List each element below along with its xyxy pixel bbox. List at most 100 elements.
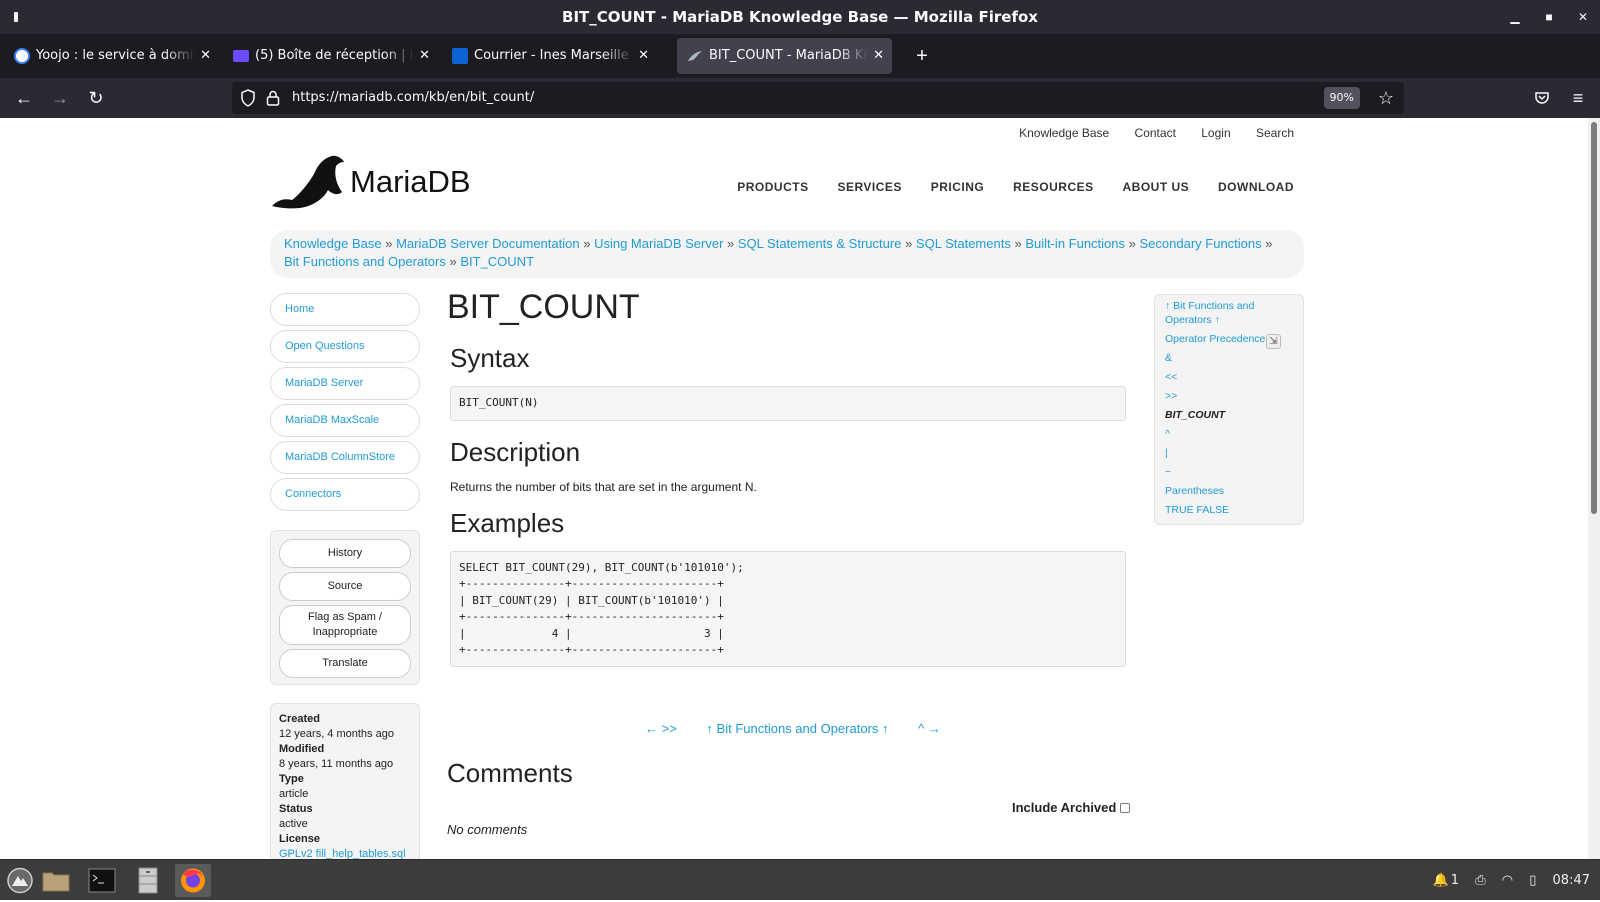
sidebar-item-home[interactable]: Home [270, 293, 420, 326]
meta-modified-value: 8 years, 11 months ago [279, 758, 394, 770]
close-tab-icon[interactable]: ✕ [419, 38, 430, 74]
meta-status-value: active [279, 818, 308, 830]
pocket-icon[interactable] [1528, 84, 1556, 112]
description-text: Returns the number of bits that are set … [450, 480, 757, 494]
related-item[interactable]: << [1165, 370, 1293, 384]
related-item[interactable]: | [1165, 446, 1293, 460]
nav-download[interactable]: DOWNLOAD [1218, 180, 1294, 194]
sidebar-item-mariadb-server[interactable]: MariaDB Server [270, 367, 420, 400]
main-nav: PRODUCTS SERVICES PRICING RESOURCES ABOU… [712, 180, 1294, 194]
hamburger-menu-icon[interactable]: ≡ [1564, 84, 1592, 112]
mariadb-logo[interactable]: MariaDB [270, 154, 490, 210]
scrollbar-thumb[interactable] [1591, 122, 1597, 514]
minimize-icon[interactable]: ▁ [1500, 0, 1530, 34]
meta-license-link[interactable]: GPLv2 fill_help_tables.sql [279, 847, 411, 859]
maximize-icon[interactable]: ■ [1534, 0, 1564, 34]
breadcrumb-item[interactable]: Knowledge Base [284, 236, 382, 251]
source-button[interactable]: Source [279, 572, 411, 601]
sidebar-item-open-questions[interactable]: Open Questions [270, 330, 420, 363]
breadcrumb-item[interactable]: MariaDB Server Documentation [396, 236, 580, 251]
related-item[interactable]: & [1165, 351, 1293, 365]
topnav-login[interactable]: Login [1201, 126, 1230, 140]
flag-spam-button[interactable]: Flag as Spam / Inappropriate [279, 605, 411, 645]
nav-about-us[interactable]: ABOUT US [1122, 180, 1189, 194]
related-parent-link[interactable]: ↑ Bit Functions and Operators ↑ [1165, 299, 1265, 327]
meta-modified-label: Modified [279, 743, 325, 755]
proton-mail-favicon-icon [233, 50, 249, 62]
sidebar-item-columnstore[interactable]: MariaDB ColumnStore [270, 441, 420, 474]
sea-lion-icon: MariaDB [272, 155, 471, 209]
page-scrollbar[interactable] [1588, 118, 1600, 859]
sidebar-item-connectors[interactable]: Connectors [270, 478, 420, 511]
sidebar-item-maxscale[interactable]: MariaDB MaxScale [270, 404, 420, 437]
topnav-contact[interactable]: Contact [1135, 126, 1176, 140]
syntax-heading: Syntax [450, 343, 530, 373]
breadcrumb-item[interactable]: SQL Statements & Structure [738, 236, 902, 251]
forward-button[interactable]: → [46, 84, 74, 112]
related-item[interactable]: ~ [1165, 465, 1293, 479]
meta-type-label: Type [279, 773, 304, 785]
top-utility-nav: Knowledge Base Contact Login Search [997, 126, 1294, 140]
app-launcher-icon[interactable] [2, 864, 38, 897]
breadcrumb-item[interactable]: Bit Functions and Operators [284, 254, 446, 269]
reload-button[interactable]: ↻ [82, 84, 110, 112]
nav-resources[interactable]: RESOURCES [1013, 180, 1094, 194]
back-button[interactable]: ← [10, 84, 38, 112]
close-tab-icon[interactable]: ✕ [638, 38, 649, 74]
tab-proton-mail[interactable]: (5) Boîte de réception | ines ✕ [223, 38, 438, 74]
tab-yoojo[interactable]: Yoojo : le service à domicile ✕ [4, 38, 219, 74]
breadcrumb-current[interactable]: BIT_COUNT [460, 254, 534, 269]
page-title: BIT_COUNT [447, 288, 640, 326]
nav-services[interactable]: SERVICES [837, 180, 901, 194]
outlook-favicon-icon [452, 48, 468, 64]
history-button[interactable]: History [279, 539, 411, 568]
tab-mariadb[interactable]: BIT_COUNT - MariaDB Know ✕ [677, 38, 892, 74]
related-item[interactable]: TRUE FALSE [1165, 503, 1293, 517]
breadcrumb-item[interactable]: SQL Statements [916, 236, 1011, 251]
firefox-taskbar-icon[interactable] [175, 864, 211, 897]
related-item[interactable]: Parentheses [1165, 484, 1293, 498]
nav-products[interactable]: PRODUCTS [737, 180, 808, 194]
topnav-search[interactable]: Search [1256, 126, 1294, 140]
clock[interactable]: 08:47 [1553, 873, 1590, 888]
notification-icon[interactable]: 🔔 1 [1433, 873, 1459, 888]
file-manager-icon[interactable] [38, 864, 74, 897]
include-archived-checkbox[interactable] [1120, 803, 1131, 813]
zoom-indicator[interactable]: 90% [1323, 87, 1360, 109]
url-text[interactable]: https://mariadb.com/kb/en/bit_count/ [292, 82, 534, 114]
meta-type-value: article [279, 788, 309, 800]
meta-license-label: License [279, 833, 320, 845]
terminal-icon[interactable] [84, 864, 120, 897]
related-item[interactable]: ^ [1165, 427, 1293, 441]
comments-heading: Comments [447, 758, 573, 788]
new-tab-button[interactable]: + [908, 42, 936, 70]
breadcrumb-item[interactable]: Built-in Functions [1025, 236, 1125, 251]
close-tab-icon[interactable]: ✕ [873, 38, 884, 74]
translate-button[interactable]: Translate [279, 649, 411, 678]
pager-up-link[interactable]: ↑ Bit Functions and Operators ↑ [706, 721, 888, 736]
lock-icon[interactable] [266, 90, 280, 106]
pager-next-link[interactable]: ^ → [918, 721, 941, 736]
related-item[interactable]: >> [1165, 389, 1293, 403]
nav-pricing[interactable]: PRICING [931, 180, 985, 194]
breadcrumb-separator: » [905, 236, 913, 251]
url-bar[interactable]: https://mariadb.com/kb/en/bit_count/ 90%… [232, 82, 1404, 114]
file-cabinet-icon[interactable] [130, 864, 166, 897]
printer-icon[interactable]: ⎙ [1475, 873, 1485, 888]
include-archived-toggle[interactable]: Include Archived [1012, 800, 1131, 815]
close-tab-icon[interactable]: ✕ [200, 38, 211, 74]
battery-icon[interactable]: ▯ [1529, 873, 1536, 888]
close-window-icon[interactable]: ✕ [1568, 0, 1598, 34]
bookmark-star-icon[interactable]: ☆ [1378, 82, 1394, 114]
pager-prev-link[interactable]: ← >> [645, 721, 677, 736]
breadcrumb-item[interactable]: Secondary Functions [1140, 236, 1262, 251]
breadcrumb-separator: » [1265, 236, 1273, 251]
tab-outlook[interactable]: Courrier - Ines Marseille - Ou ✕ [442, 38, 657, 74]
breadcrumb-item[interactable]: Using MariaDB Server [594, 236, 723, 251]
wifi-icon[interactable]: ◠ [1502, 873, 1513, 888]
expand-icon[interactable]: ⇲ [1266, 334, 1281, 349]
window-titlebar: BIT_COUNT - MariaDB Knowledge Base — Moz… [0, 0, 1600, 34]
topnav-knowledge-base[interactable]: Knowledge Base [1019, 126, 1109, 140]
example-code-block: SELECT BIT_COUNT(29), BIT_COUNT(b'101010… [450, 551, 1126, 668]
tracking-protection-icon[interactable] [240, 89, 256, 107]
